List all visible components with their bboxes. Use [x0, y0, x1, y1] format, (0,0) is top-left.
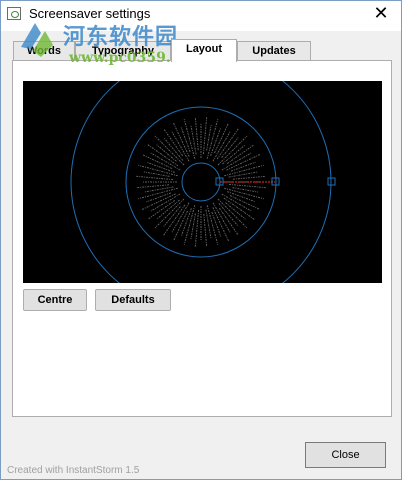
- word-ray: [163, 137, 184, 161]
- word-ray: [171, 202, 190, 233]
- word-ray: [150, 193, 181, 212]
- word-ray: [216, 128, 239, 160]
- word-ray: [190, 213, 196, 240]
- word-ray: [146, 192, 172, 203]
- word-ray: [221, 137, 239, 158]
- word-ray: [143, 171, 170, 177]
- word-ray: [147, 199, 176, 220]
- layout-tab-panel: Centre Defaults: [12, 60, 392, 417]
- outer-radius-handle[interactable]: [327, 177, 336, 186]
- app-icon: [7, 7, 21, 20]
- word-ray: [223, 197, 255, 220]
- word-ray: [218, 203, 239, 227]
- title-bar: Screensaver settings ✕: [1, 1, 401, 31]
- word-ray: [221, 152, 252, 171]
- screensaver-settings-window: Screensaver settings ✕ Words Typography …: [0, 0, 402, 480]
- word-ray: [150, 152, 181, 171]
- close-icon[interactable]: ✕: [371, 4, 391, 24]
- word-ray: [163, 206, 181, 227]
- word-ray: [206, 124, 212, 151]
- word-ray: [143, 186, 174, 193]
- word-ray: [232, 187, 259, 193]
- word-ray: [217, 135, 248, 166]
- word-ray: [156, 144, 177, 162]
- tab-words[interactable]: Words: [13, 41, 75, 61]
- tab-updates[interactable]: Updates: [237, 41, 311, 61]
- tab-layout[interactable]: Layout: [171, 39, 237, 62]
- tab-bar: Words Typography Layout Updates: [13, 39, 393, 62]
- tab-typography[interactable]: Typography: [75, 41, 171, 61]
- window-title: Screensaver settings: [29, 6, 151, 21]
- preview-canvas: [70, 81, 336, 283]
- word-ray: [136, 175, 174, 181]
- word-ray: [171, 131, 190, 162]
- word-ray: [212, 202, 231, 233]
- word-ray: [230, 161, 256, 172]
- word-ray: [205, 209, 212, 240]
- layout-preview[interactable]: [23, 81, 382, 283]
- word-ray: [203, 213, 208, 247]
- word-ray: [202, 117, 208, 155]
- inner-ring: [181, 162, 221, 202]
- outer-ring: [70, 81, 332, 283]
- word-ray: [163, 128, 184, 157]
- word-ray: [154, 135, 185, 166]
- defaults-button[interactable]: Defaults: [95, 289, 171, 311]
- word-ray: [226, 144, 255, 165]
- word-ray: [212, 131, 231, 162]
- word-ray: [218, 207, 239, 236]
- word-ray: [156, 199, 180, 220]
- word-ray: [194, 209, 200, 247]
- word-ray: [228, 183, 266, 189]
- word-ray: [136, 184, 170, 189]
- word-ray: [163, 204, 186, 236]
- word-ray: [194, 117, 199, 151]
- word-ray: [222, 144, 246, 165]
- close-button[interactable]: Close: [305, 442, 386, 468]
- word-ray: [232, 175, 266, 180]
- word-ray: [217, 198, 248, 229]
- word-ray: [190, 124, 197, 155]
- word-ray: [180, 127, 191, 153]
- word-ray: [225, 202, 246, 220]
- word-ray: [221, 193, 252, 212]
- centre-button[interactable]: Centre: [23, 289, 87, 311]
- footer-text: Created with InstantStorm 1.5: [7, 465, 140, 476]
- word-ray: [147, 144, 179, 167]
- word-ray: [154, 198, 185, 229]
- word-cloud: [136, 117, 266, 247]
- word-ray: [228, 171, 259, 178]
- word-ray: [211, 211, 222, 237]
